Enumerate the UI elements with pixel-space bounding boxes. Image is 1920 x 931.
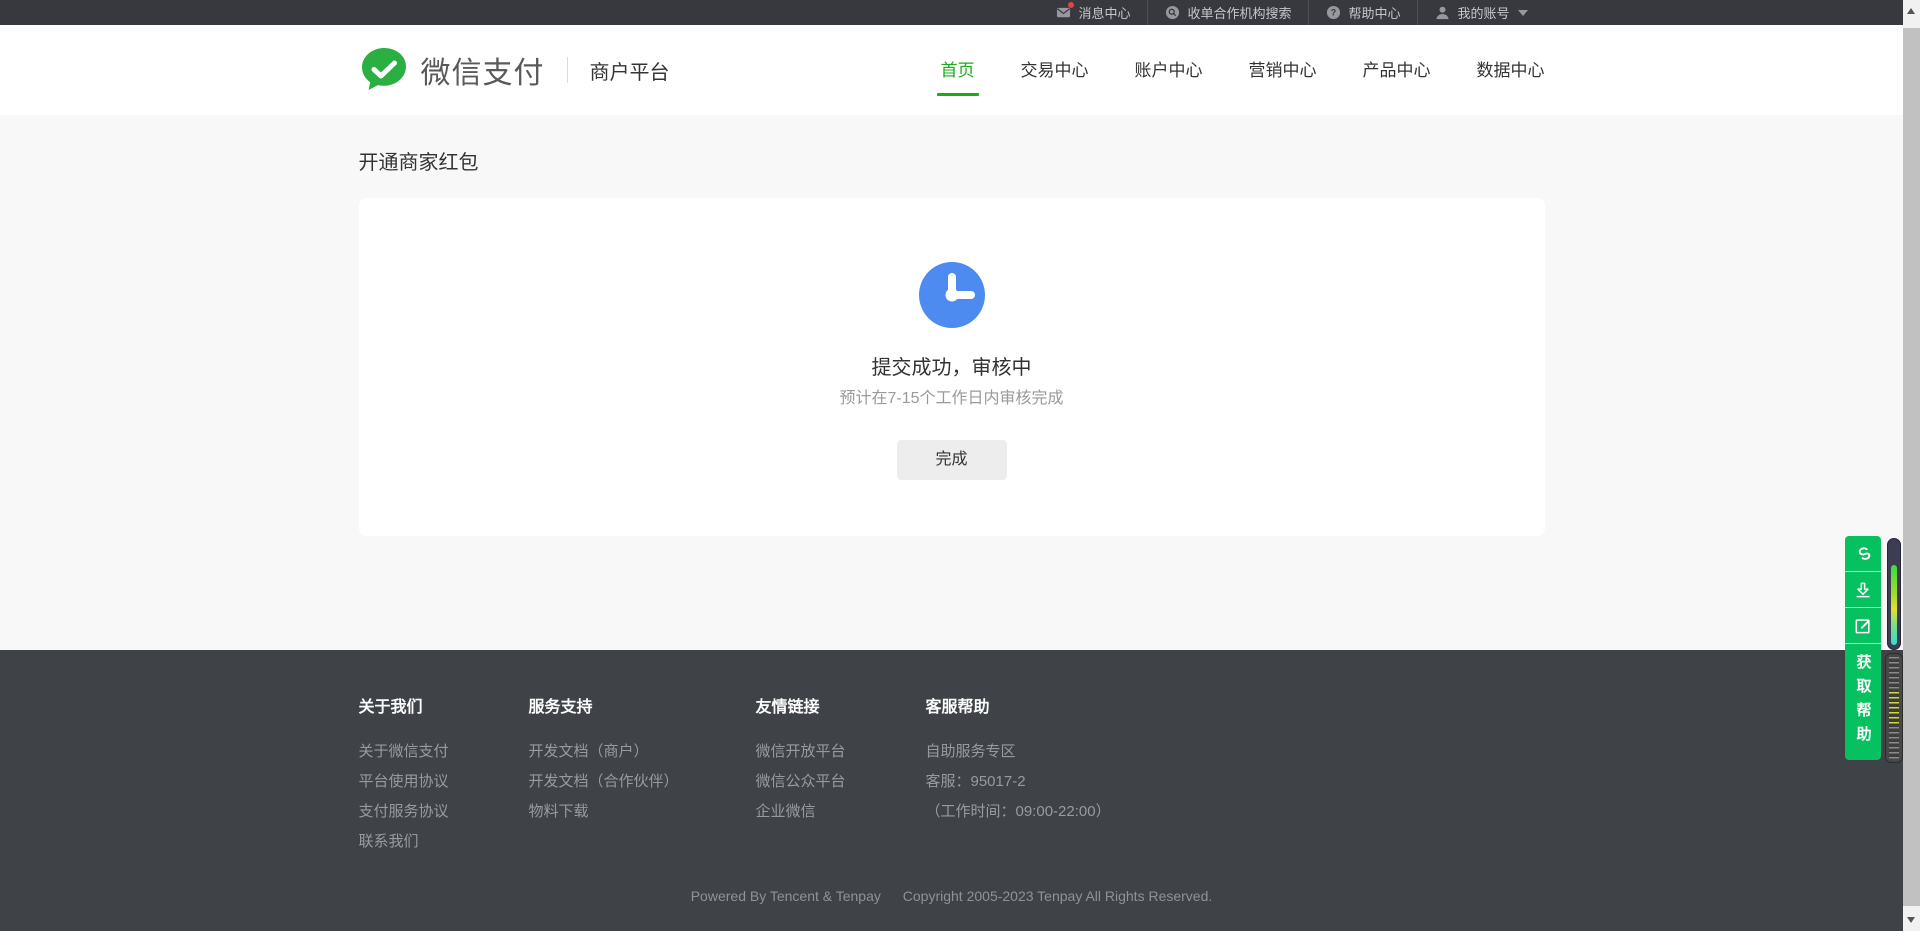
scrollbar-down-arrow-icon[interactable] (1907, 917, 1915, 923)
mini-program-icon (1853, 544, 1873, 564)
svg-text:?: ? (1331, 8, 1336, 18)
page: 消息中心 收单合作机构搜索 ? 帮助中心 我的账号 (0, 0, 1903, 931)
mini-program-button[interactable] (1845, 536, 1881, 572)
nav-item-marketing[interactable]: 营销中心 (1249, 56, 1317, 84)
get-help-button[interactable]: 获取帮助 (1845, 644, 1881, 760)
stripe-highlight (1889, 692, 1899, 726)
topbar-item-acquirer-search[interactable]: 收单合作机构搜索 (1147, 0, 1308, 25)
footer-column-title: 服务支持 (529, 698, 756, 718)
help-icon: ? (1326, 5, 1341, 20)
status-title: 提交成功，审核中 (359, 354, 1545, 382)
footer-column-service: 客服帮助 自助服务专区 客服：95017-2 （工作时间：09:00-22:00… (926, 698, 1545, 862)
nav-item-products[interactable]: 产品中心 (1363, 56, 1431, 84)
copyright: Powered By Tencent & Tenpay Copyright 20… (359, 888, 1545, 904)
top-utility-bar: 消息中心 收单合作机构搜索 ? 帮助中心 我的账号 (0, 0, 1903, 25)
striped-indicator-overlay (1885, 653, 1903, 763)
footer-link[interactable]: 微信公众平台 (756, 772, 926, 792)
footer-column-title: 友情链接 (756, 698, 926, 718)
floating-help-widget: 获取帮助 (1845, 536, 1881, 760)
mail-icon (1056, 5, 1071, 20)
unread-badge (1068, 2, 1074, 8)
topbar-item-my-account[interactable]: 我的账号 (1417, 0, 1544, 25)
clock-pending-icon (919, 198, 985, 328)
footer-column-about: 关于我们 关于微信支付 平台使用协议 支付服务协议 联系我们 (359, 698, 529, 862)
chevron-down-icon (1518, 10, 1528, 16)
topbar-item-label: 收单合作机构搜索 (1187, 3, 1291, 22)
feedback-edit-icon (1853, 616, 1873, 636)
feedback-button[interactable] (1845, 608, 1881, 644)
topbar-item-help-center[interactable]: ? 帮助中心 (1308, 0, 1417, 25)
footer-link[interactable]: 物料下载 (529, 802, 756, 822)
status-description: 预计在7-15个工作日内审核完成 (359, 388, 1545, 410)
topbar-item-messages[interactable]: 消息中心 (1039, 0, 1147, 25)
footer-column-title: 客服帮助 (926, 698, 1545, 718)
footer-link[interactable]: 开发文档（商户） (529, 742, 756, 762)
site-footer: 关于我们 关于微信支付 平台使用协议 支付服务协议 联系我们 服务支持 开发文档… (0, 650, 1903, 931)
topbar-item-label: 消息中心 (1078, 3, 1130, 22)
gradient-bar (1891, 565, 1897, 645)
footer-column-title: 关于我们 (359, 698, 529, 718)
footer-link[interactable]: 企业微信 (756, 802, 926, 822)
footer-link[interactable]: 关于微信支付 (359, 742, 529, 762)
primary-nav: 首页 交易中心 账户中心 营销中心 产品中心 数据中心 (941, 56, 1545, 84)
topbar-item-label: 帮助中心 (1348, 3, 1400, 22)
nav-item-transactions[interactable]: 交易中心 (1021, 56, 1089, 84)
footer-link[interactable]: 开发文档（合作伙伴） (529, 772, 756, 792)
logo-wordmark: 微信支付 (421, 48, 545, 92)
site-header: 微信支付 商户平台 首页 交易中心 账户中心 营销中心 产品中心 数据中心 (0, 25, 1903, 115)
scrollbar-thumb[interactable] (1903, 28, 1920, 906)
done-button[interactable]: 完成 (897, 440, 1007, 480)
search-icon (1165, 5, 1180, 20)
copyright-powered-by: Powered By Tencent & Tenpay (691, 888, 881, 904)
topbar-item-label: 我的账号 (1457, 3, 1509, 22)
status-card: 提交成功，审核中 预计在7-15个工作日内审核完成 完成 (359, 198, 1545, 536)
page-title: 开通商家红包 (359, 149, 1545, 177)
get-help-label: 获取帮助 (1853, 654, 1874, 750)
gradient-indicator-overlay (1887, 538, 1901, 650)
footer-column-links: 友情链接 微信开放平台 微信公众平台 企业微信 (756, 698, 926, 862)
footer-link[interactable]: 微信开放平台 (756, 742, 926, 762)
wechat-pay-logo[interactable]: 微信支付 (359, 45, 545, 95)
platform-name: 商户平台 (590, 56, 670, 85)
nav-item-home[interactable]: 首页 (941, 56, 975, 84)
footer-service-hours: （工作时间：09:00-22:00） (926, 802, 1545, 822)
main-content: 开通商家红包 提交成功，审核中 预计在7-15个工作日内审核完成 完成 (0, 115, 1903, 650)
download-icon (1853, 580, 1873, 600)
scrollbar-up-arrow-icon[interactable] (1907, 8, 1915, 14)
header-divider (567, 57, 568, 83)
copyright-rights: Copyright 2005-2023 Tenpay All Rights Re… (903, 888, 1212, 904)
wechat-bubble-icon (359, 45, 409, 95)
user-icon (1435, 5, 1450, 20)
download-button[interactable] (1845, 572, 1881, 608)
nav-item-data[interactable]: 数据中心 (1477, 56, 1545, 84)
footer-link[interactable]: 支付服务协议 (359, 802, 529, 822)
vertical-scrollbar[interactable] (1903, 0, 1920, 931)
footer-link[interactable]: 平台使用协议 (359, 772, 529, 792)
footer-service-phone: 客服：95017-2 (926, 772, 1545, 792)
footer-column-support: 服务支持 开发文档（商户） 开发文档（合作伙伴） 物料下载 (529, 698, 756, 862)
footer-link[interactable]: 联系我们 (359, 832, 529, 852)
nav-item-account[interactable]: 账户中心 (1135, 56, 1203, 84)
footer-link[interactable]: 自助服务专区 (926, 742, 1545, 762)
